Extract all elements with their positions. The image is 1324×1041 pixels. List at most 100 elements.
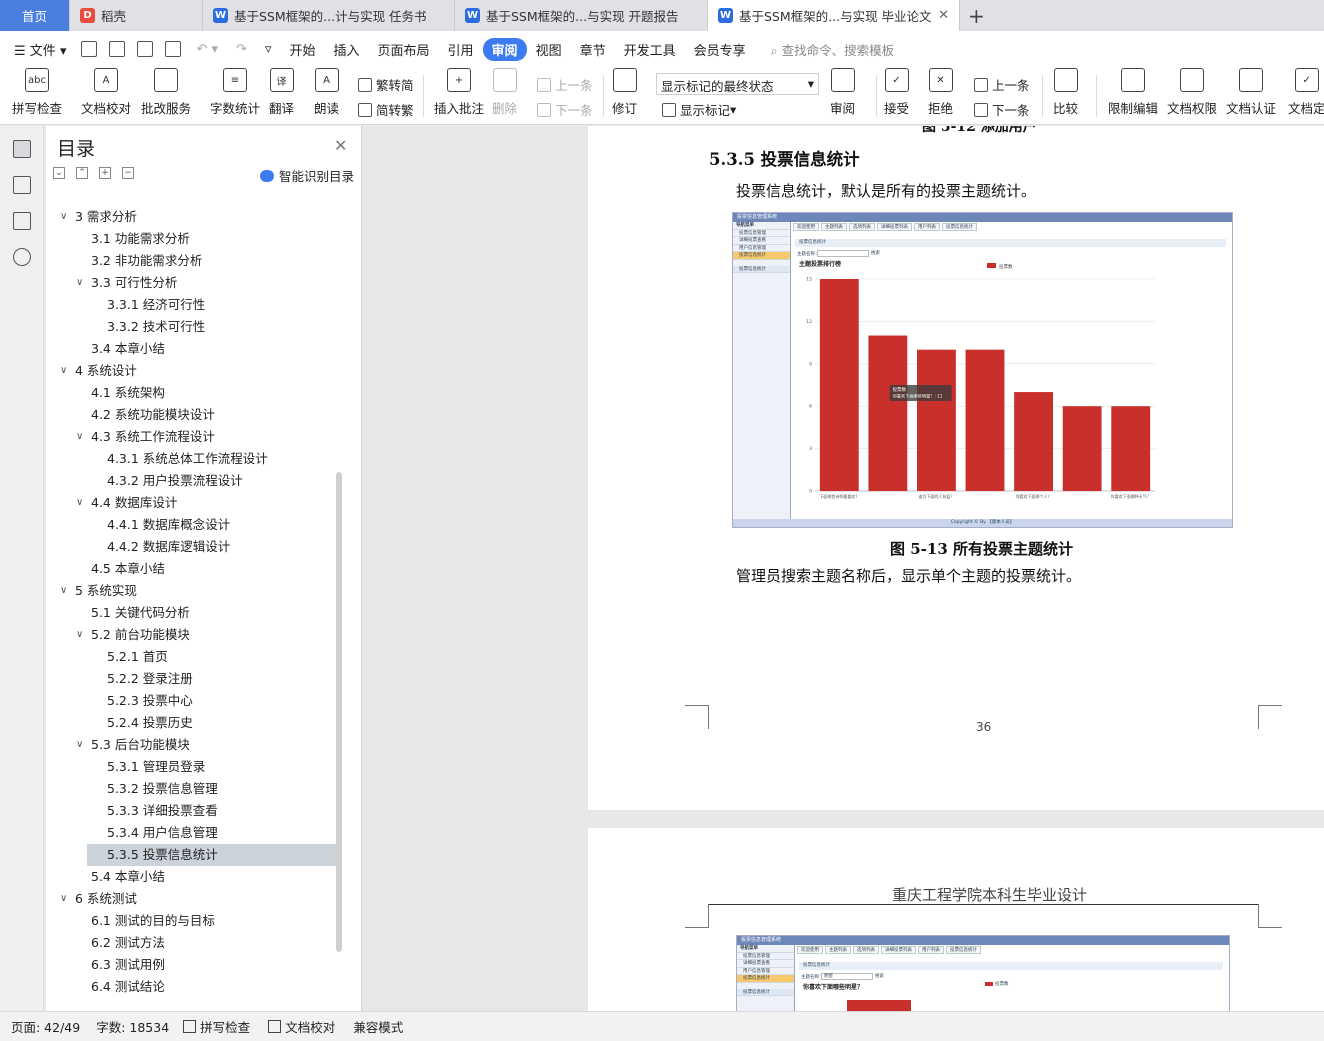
tab-doc-proposal[interactable]: W 基于SSM框架的...与实现 开题报告 (455, 0, 708, 31)
trad-to-simp-button[interactable]: 繁转简 (358, 75, 414, 94)
translate-button[interactable]: 译翻译 (269, 67, 294, 125)
review-pane-button[interactable]: 审阅 (830, 67, 855, 125)
outline-panel-icon[interactable] (13, 176, 31, 194)
chevron-down-icon[interactable]: ∨ (76, 624, 83, 646)
new-tab-icon[interactable]: + (968, 4, 985, 28)
next-comment-button[interactable]: 下一条 (537, 100, 593, 119)
toc-item[interactable]: 5.4 本章小结 (91, 866, 165, 888)
menu-devtools[interactable]: 开发工具 (615, 40, 685, 59)
simp-to-trad-button[interactable]: 简转繁 (358, 100, 414, 119)
chevron-down-icon[interactable]: ∨ (60, 206, 67, 228)
prev-comment-button[interactable]: 上一条 (537, 75, 593, 94)
toc-item[interactable]: 5.3.4 用户信息管理 (107, 822, 218, 844)
accept-button[interactable]: ✓ 接受 (884, 67, 909, 125)
chevron-down-icon[interactable]: ∨ (76, 492, 83, 514)
toc-item[interactable]: ∨ 3.3 可行性分析 (76, 272, 177, 294)
menu-review[interactable]: 审阅 (482, 37, 527, 61)
track-changes-button[interactable]: 修订 (612, 67, 637, 125)
toc-item[interactable]: 6.3 测试用例 (91, 954, 165, 976)
toc-item[interactable]: 5.3.5 投票信息统计 (87, 844, 336, 866)
collapse-all-icon[interactable]: ⌃ (76, 167, 88, 179)
redo-icon[interactable]: ↷ (227, 42, 256, 57)
compare-button[interactable]: 比较 (1053, 67, 1078, 125)
smart-toc-button[interactable]: 智能识别目录 (260, 166, 354, 185)
show-markup-button[interactable]: 显示标记 ▾ (662, 100, 736, 119)
toc-item[interactable]: 3.2 非功能需求分析 (91, 250, 202, 272)
save-icon[interactable] (81, 41, 98, 57)
toc-item[interactable]: ∨ 4 系统设计 (60, 360, 137, 382)
tab-doc-thesis[interactable]: W 基于SSM框架的...与实现 毕业论文 ✕ (708, 0, 960, 31)
toc-panel-icon[interactable] (13, 140, 31, 158)
toc-item[interactable]: 4.1 系统架构 (91, 382, 165, 404)
quick-access-more-icon[interactable]: ▿ (256, 42, 281, 57)
preview-icon[interactable] (165, 41, 182, 57)
doc-rights-button[interactable]: 文档权限 (1167, 67, 1217, 125)
toc-item[interactable]: 5.3.2 投票信息管理 (107, 778, 218, 800)
spell-check-toggle[interactable]: 拼写检查 (183, 1017, 250, 1036)
chevron-down-icon[interactable]: ∨ (60, 580, 67, 602)
toc-item[interactable]: 5.3.1 管理员登录 (107, 756, 205, 778)
command-search[interactable]: ⌕ 查找命令、搜索模板 (771, 40, 895, 59)
chevron-down-icon[interactable]: ∨ (76, 426, 83, 448)
toc-item[interactable]: 4.5 本章小结 (91, 558, 165, 580)
chevron-down-icon[interactable]: ∨ (60, 360, 67, 382)
toc-item[interactable]: ∨ 6 系统测试 (60, 888, 137, 910)
word-count-indicator[interactable]: 字数: 18534 (96, 1017, 169, 1036)
toc-item[interactable]: 3.4 本章小结 (91, 338, 165, 360)
toc-item[interactable]: 4.4.1 数据库概念设计 (107, 514, 230, 536)
undo-icon[interactable]: ↶ ▾ (187, 42, 227, 57)
toc-item[interactable]: 4.4.2 数据库逻辑设计 (107, 536, 230, 558)
close-tab-icon[interactable]: ✕ (938, 8, 949, 23)
toc-item[interactable]: 3.3.2 技术可行性 (107, 316, 205, 338)
annotate-service-button[interactable]: 批改服务 (141, 67, 191, 125)
toc-item[interactable]: 5.1 关键代码分析 (91, 602, 190, 624)
menu-insert[interactable]: 插入 (325, 40, 369, 59)
chevron-down-icon[interactable]: ∨ (76, 734, 83, 756)
spell-check-button[interactable]: abc 拼写检查 (12, 67, 62, 125)
doc-final-button[interactable]: ✓ 文档定 (1288, 67, 1324, 125)
toc-item[interactable]: 6.2 测试方法 (91, 932, 165, 954)
toc-item[interactable]: 3.1 功能需求分析 (91, 228, 190, 250)
next-change-button[interactable]: 下一条 (974, 100, 1030, 119)
toc-item[interactable]: 6.1 测试的目的与目标 (91, 910, 215, 932)
read-aloud-button[interactable]: A 朗读 (314, 67, 339, 125)
markup-state-select[interactable]: 显示标记的最终状态 ▾ (656, 73, 819, 95)
share-icon[interactable] (109, 41, 126, 57)
close-icon[interactable]: ✕ (334, 136, 347, 155)
menu-layout[interactable]: 页面布局 (369, 40, 439, 59)
add-level-icon[interactable]: + (99, 167, 111, 179)
toc-item[interactable]: 3.3.1 经济可行性 (107, 294, 205, 316)
insert-comment-button[interactable]: + 插入批注 (434, 67, 484, 125)
file-menu[interactable]: ☰ 文件 ▾ (0, 40, 75, 59)
toc-item[interactable]: ∨ 4.4 数据库设计 (76, 492, 177, 514)
print-icon[interactable] (137, 41, 154, 57)
doc-proof-button[interactable]: A 文档校对 (81, 67, 131, 125)
word-count-button[interactable]: ≡ 字数统计 (210, 67, 260, 125)
delete-comment-button[interactable]: 删除 (492, 67, 517, 125)
page-indicator[interactable]: 页面: 42/49 (11, 1017, 80, 1036)
restrict-edit-button[interactable]: 限制编辑 (1108, 67, 1158, 125)
menu-chapter[interactable]: 章节 (571, 40, 615, 59)
tab-home[interactable]: 首页 (0, 0, 70, 31)
bookmark-icon[interactable] (13, 212, 31, 230)
toc-item[interactable]: ∨ 3 需求分析 (60, 206, 137, 228)
tab-daoke[interactable]: D 稻壳 (70, 0, 203, 31)
toc-item[interactable]: 4.2 系统功能模块设计 (91, 404, 215, 426)
tab-doc-task[interactable]: W 基于SSM框架的...计与实现 任务书 (203, 0, 455, 31)
doc-proof-toggle[interactable]: 文档校对 (268, 1017, 335, 1036)
toc-item[interactable]: ∨ 5 系统实现 (60, 580, 137, 602)
prev-change-button[interactable]: 上一条 (974, 75, 1030, 94)
toc-item[interactable]: ∨ 5.2 前台功能模块 (76, 624, 190, 646)
reject-button[interactable]: ✕ 拒绝 (928, 67, 953, 125)
search-icon[interactable] (13, 248, 31, 266)
toc-scrollbar[interactable] (336, 472, 342, 952)
toc-item[interactable]: 5.2.1 首页 (107, 646, 168, 668)
toc-item[interactable]: 4.3.2 用户投票流程设计 (107, 470, 243, 492)
toc-item[interactable]: ∨ 4.3 系统工作流程设计 (76, 426, 215, 448)
menu-start[interactable]: 开始 (280, 40, 324, 59)
toc-item[interactable]: 4.3.1 系统总体工作流程设计 (107, 448, 268, 470)
menu-view[interactable]: 视图 (527, 40, 571, 59)
expand-all-icon[interactable]: ⌄ (53, 167, 65, 179)
chevron-down-icon[interactable]: ∨ (76, 272, 83, 294)
toc-item[interactable]: 5.2.3 投票中心 (107, 690, 193, 712)
